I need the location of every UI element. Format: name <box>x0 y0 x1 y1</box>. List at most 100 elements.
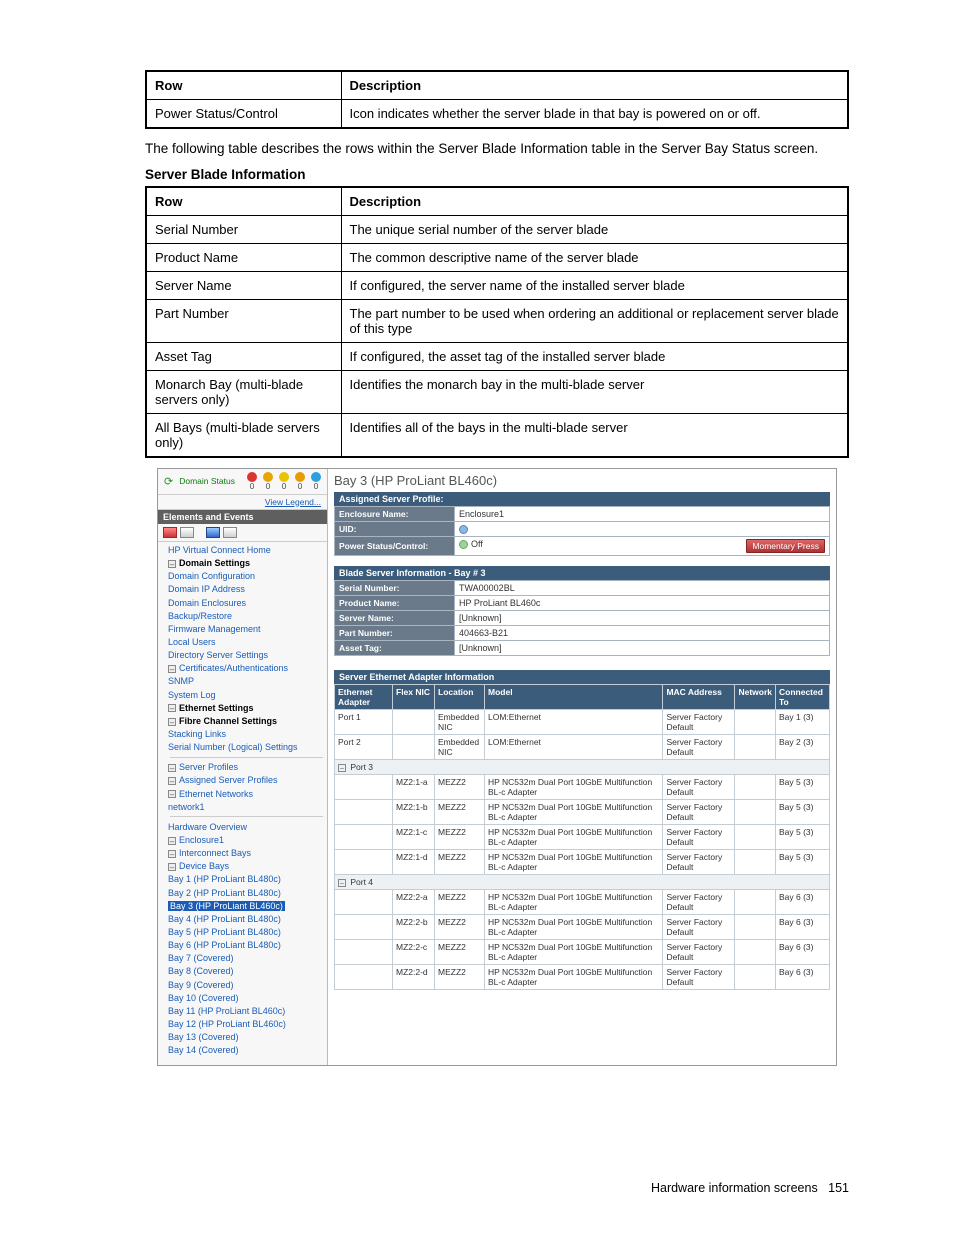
eth-cell: Bay 5 (3) <box>776 774 830 799</box>
table-power-status: Row Description Power Status/Control Ico… <box>145 70 849 129</box>
eth-cell: LOM:Ethernet <box>485 734 663 759</box>
eth-adapter-table: Ethernet AdapterFlex NICLocationModelMAC… <box>334 684 830 990</box>
nav-eth-networks[interactable]: Ethernet Networks <box>179 789 253 799</box>
eth-cell: MZ2:1-a <box>393 774 435 799</box>
port-toggle-icon[interactable]: – <box>338 764 346 772</box>
tree-toggle-icon[interactable] <box>168 704 176 712</box>
t2-cell: Part Number <box>146 299 341 342</box>
refresh-icon[interactable]: ⟳ <box>164 475 173 488</box>
eth-cell <box>335 964 393 989</box>
nav-bay-item[interactable]: Bay 2 (HP ProLiant BL480c) <box>166 886 327 899</box>
nav-bay-item[interactable]: Bay 1 (HP ProLiant BL480c) <box>166 873 327 886</box>
eth-cell <box>335 799 393 824</box>
expand-button[interactable] <box>180 527 194 538</box>
info-icon <box>279 472 289 482</box>
nav-interconnect-bays[interactable]: Interconnect Bays <box>179 848 251 858</box>
eth-cell <box>735 939 776 964</box>
nav-bay-item[interactable]: Bay 9 (Covered) <box>166 978 327 991</box>
info-label: Product Name: <box>335 595 455 610</box>
port-group-cell: – Port 3 <box>335 759 830 774</box>
nav-bay-item[interactable]: Bay 5 (HP ProLiant BL480c) <box>166 926 327 939</box>
nav-eth-settings[interactable]: Ethernet Settings <box>179 703 254 713</box>
tree-toggle-icon[interactable] <box>168 665 176 673</box>
nav-domain-settings[interactable]: Domain Settings <box>179 558 250 568</box>
t2-h0: Row <box>146 187 341 216</box>
eth-cell: Server Factory Default <box>663 889 735 914</box>
nav-enclosure1[interactable]: Enclosure1 <box>179 835 224 845</box>
eth-cell: Server Factory Default <box>663 849 735 874</box>
nav-bay-item[interactable]: Bay 13 (Covered) <box>166 1031 327 1044</box>
eth-cell: MEZZ2 <box>435 914 485 939</box>
filter-button[interactable] <box>206 527 220 538</box>
nav-sn-logical[interactable]: Serial Number (Logical) Settings <box>166 741 327 754</box>
eth-cell: Server Factory Default <box>663 824 735 849</box>
nav-hw-overview[interactable]: Hardware Overview <box>166 820 327 833</box>
tree-toggle-icon[interactable] <box>168 837 176 845</box>
port-toggle-icon[interactable]: – <box>338 879 346 887</box>
eth-cell: MEZZ2 <box>435 849 485 874</box>
eth-cell: Server Factory Default <box>663 939 735 964</box>
nav-bay-item[interactable]: Bay 4 (HP ProLiant BL480c) <box>166 912 327 925</box>
t1-r0c0: Power Status/Control <box>146 100 341 129</box>
tree-toggle-icon[interactable] <box>168 850 176 858</box>
nav-domain-enc[interactable]: Domain Enclosures <box>166 596 327 609</box>
nav-bay-item[interactable]: Bay 3 (HP ProLiant BL460c) <box>166 899 327 912</box>
nav-directory[interactable]: Directory Server Settings <box>166 649 327 662</box>
eth-cell: Bay 6 (3) <box>776 889 830 914</box>
blade-info-header: Blade Server Information - Bay # 3 <box>334 566 830 580</box>
tree-toggle-icon[interactable] <box>168 764 176 772</box>
eth-cell: Bay 5 (3) <box>776 849 830 874</box>
eth-cell <box>335 774 393 799</box>
nav-bay-item[interactable]: Bay 12 (HP ProLiant BL460c) <box>166 1017 327 1030</box>
nav-network1[interactable]: network1 <box>166 800 327 813</box>
t2-cell: Asset Tag <box>146 342 341 370</box>
eth-cell <box>735 799 776 824</box>
warn-icon <box>295 472 305 482</box>
eth-cell: MEZZ2 <box>435 939 485 964</box>
label-uid: UID: <box>335 521 455 536</box>
tree-toggle-icon[interactable] <box>168 863 176 871</box>
nav-bay-item[interactable]: Bay 6 (HP ProLiant BL480c) <box>166 939 327 952</box>
nav-bay-item[interactable]: Bay 7 (Covered) <box>166 952 327 965</box>
nav-device-bays[interactable]: Device Bays <box>179 861 229 871</box>
eth-row: Port 2Embedded NICLOM:EthernetServer Fac… <box>335 734 830 759</box>
eth-cell: Server Factory Default <box>663 914 735 939</box>
nav-server-profiles[interactable]: Server Profiles <box>179 762 238 772</box>
eth-row: Port 1Embedded NICLOM:EthernetServer Fac… <box>335 709 830 734</box>
nav-bay-item[interactable]: Bay 14 (Covered) <box>166 1044 327 1057</box>
nav-syslog[interactable]: System Log <box>166 688 327 701</box>
eth-cell: HP NC532m Dual Port 10GbE Multifunction … <box>485 889 663 914</box>
nav-domain-config[interactable]: Domain Configuration <box>166 570 327 583</box>
nav-assigned-profiles[interactable]: Assigned Server Profiles <box>179 775 278 785</box>
eth-cell: MZ2:2-b <box>393 914 435 939</box>
eth-cell: MZ2:1-d <box>393 849 435 874</box>
nav-firmware[interactable]: Firmware Management <box>166 622 327 635</box>
collapse-button[interactable] <box>163 527 177 538</box>
eth-cell <box>335 939 393 964</box>
nav-local-users[interactable]: Local Users <box>166 636 327 649</box>
nav-snmp[interactable]: SNMP <box>166 675 327 688</box>
eth-cell: MEZZ2 <box>435 774 485 799</box>
nav-fc-settings[interactable]: Fibre Channel Settings <box>179 716 277 726</box>
profile-header: Assigned Server Profile: <box>334 492 830 506</box>
nav-certs[interactable]: Certificates/Authentications <box>179 663 288 673</box>
nav-bay-item[interactable]: Bay 8 (Covered) <box>166 965 327 978</box>
toggle-row <box>158 524 327 542</box>
nav-bay-item[interactable]: Bay 10 (Covered) <box>166 991 327 1004</box>
tree-toggle-icon[interactable] <box>168 777 176 785</box>
nav-bay-item[interactable]: Bay 11 (HP ProLiant BL460c) <box>166 1004 327 1017</box>
tree-toggle-icon[interactable] <box>168 560 176 568</box>
nav-vc-home[interactable]: HP Virtual Connect Home <box>166 544 327 557</box>
nav-backup[interactable]: Backup/Restore <box>166 609 327 622</box>
t2-cell: Identifies the monarch bay in the multi-… <box>341 370 848 413</box>
view-legend-link[interactable]: View Legend... <box>158 495 327 510</box>
eth-row: MZ2:1-dMEZZ2HP NC532m Dual Port 10GbE Mu… <box>335 849 830 874</box>
footer-text: Hardware information screens <box>651 1181 818 1195</box>
momentary-press-button[interactable]: Momentary Press <box>746 539 825 553</box>
val-enc-name: Enclosure1 <box>455 506 830 521</box>
nav-stacking[interactable]: Stacking Links <box>166 728 327 741</box>
nav-domain-ip[interactable]: Domain IP Address <box>166 583 327 596</box>
tree-toggle-icon[interactable] <box>168 790 176 798</box>
tree-toggle-icon[interactable] <box>168 718 176 726</box>
filter2-button[interactable] <box>223 527 237 538</box>
